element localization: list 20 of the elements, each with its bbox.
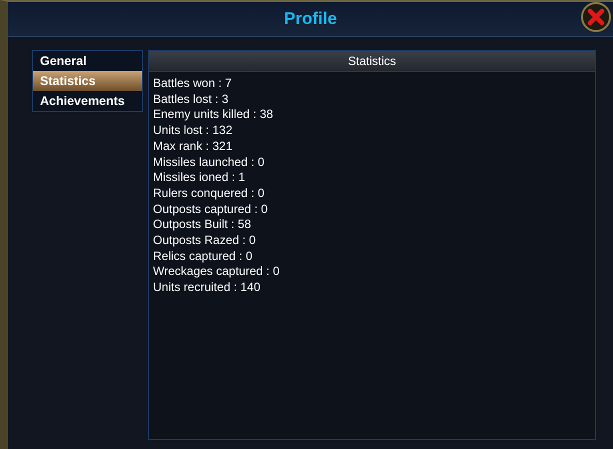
stat-line: Units recruited : 140 — [153, 280, 262, 296]
stat-line: Outposts Razed : 0 — [153, 233, 257, 249]
sidebar-tab[interactable]: Statistics — [33, 71, 142, 91]
panel-header: Statistics — [149, 51, 595, 72]
stat-line: Units lost : 132 — [153, 123, 234, 139]
stat-line: Missiles launched : 0 — [153, 154, 266, 170]
sidebar-tab[interactable]: Achievements — [33, 91, 142, 111]
stat-line: Outposts captured : 0 — [153, 202, 269, 218]
stat-line: Missiles ioned : 1 — [153, 170, 246, 186]
sidebar-tab[interactable]: General — [33, 51, 142, 71]
stat-line: Battles won : 7 — [153, 76, 233, 92]
close-icon[interactable] — [581, 2, 611, 32]
stat-line: Relics captured : 0 — [153, 248, 254, 264]
stat-line: Wreckages captured : 0 — [153, 264, 281, 280]
stat-line: Enemy units killed : 38 — [153, 107, 274, 124]
stat-line: Rulers conquered : 0 — [153, 186, 266, 202]
stat-line: Battles lost : 3 — [153, 92, 230, 108]
window-title: Profile — [284, 9, 337, 29]
stat-line: Max rank : 321 — [153, 138, 234, 155]
stat-line: Outposts Built : 58 — [153, 217, 252, 234]
